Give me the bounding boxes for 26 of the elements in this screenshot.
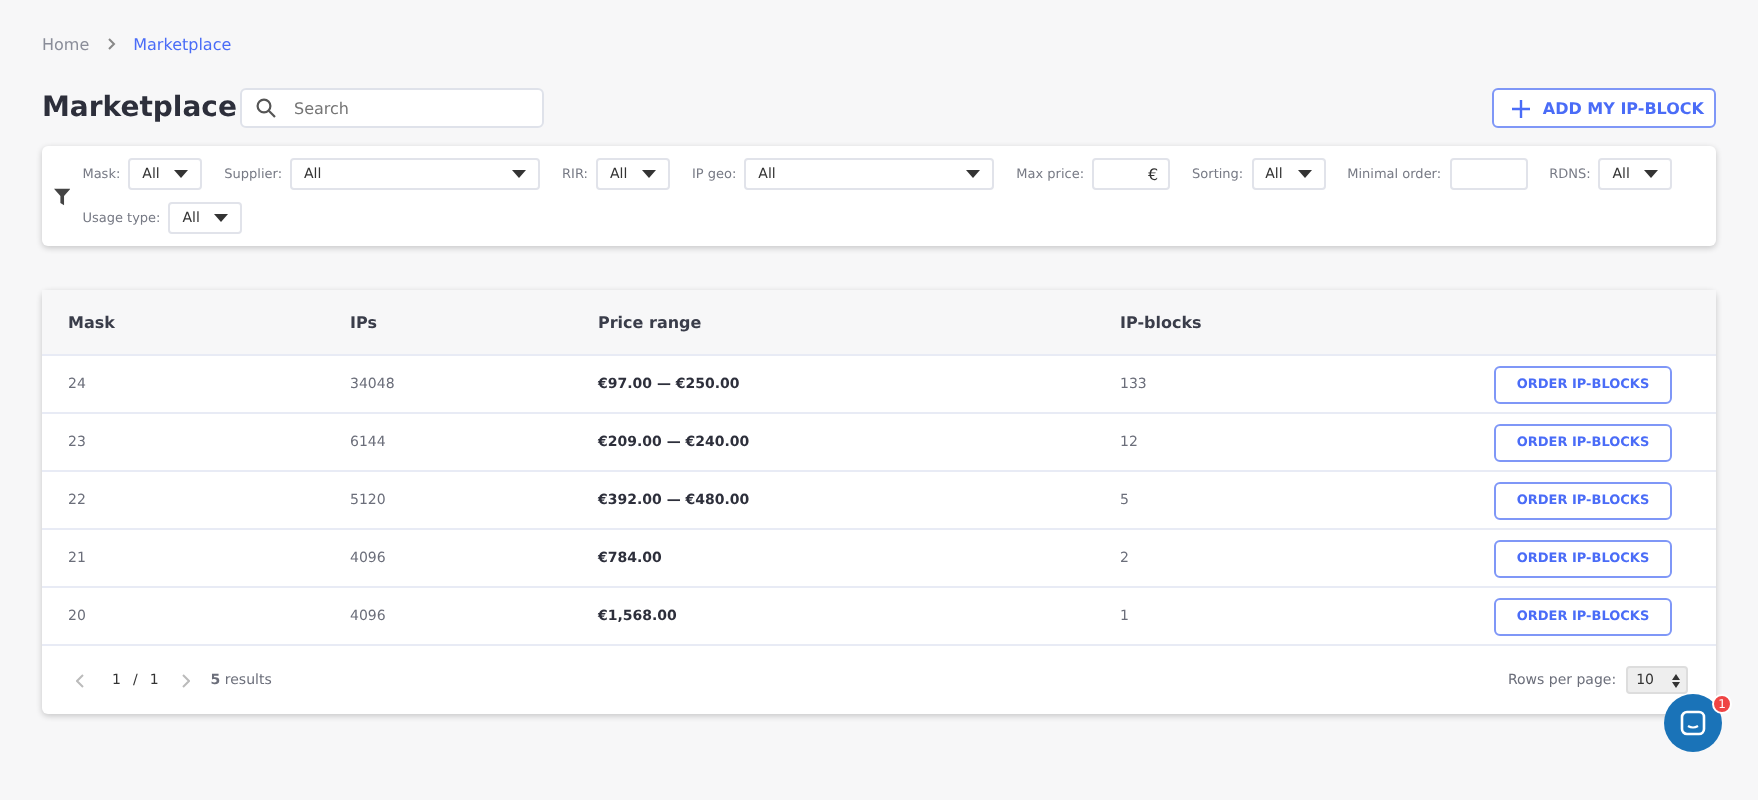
column-header: Mask (68, 313, 117, 331)
caret-icon (641, 170, 656, 178)
add-ip-block-button[interactable]: ADD MY IP-BLOCK (1492, 88, 1716, 128)
chat-button[interactable] (1664, 694, 1722, 752)
chevron-left-icon[interactable] (76, 673, 84, 687)
column-header: IP-blocks (1120, 313, 1204, 331)
chat-icon (1680, 710, 1706, 736)
column-header: Price range (598, 313, 704, 331)
page-title: Marketplace (42, 92, 239, 124)
chevron-right-icon (107, 38, 116, 50)
caret-icon (512, 170, 527, 178)
caret-icon (966, 170, 981, 178)
caret-icon (174, 170, 189, 178)
filter-input[interactable] (1449, 158, 1528, 190)
caret-icon (1644, 170, 1659, 178)
caret-icon (214, 214, 229, 222)
sort-arrows-icon (1672, 673, 1680, 687)
caret-icon (1297, 170, 1312, 178)
chevron-right-icon[interactable] (182, 673, 191, 687)
search-field[interactable]: Search (240, 88, 544, 128)
filter-icon (54, 187, 71, 205)
column-header: IPs (350, 313, 379, 331)
search-icon (256, 98, 276, 118)
plus-icon (1512, 99, 1531, 117)
breadcrumb-link[interactable]: Marketplace (133, 35, 232, 53)
filter-input[interactable]: € (1092, 158, 1171, 190)
